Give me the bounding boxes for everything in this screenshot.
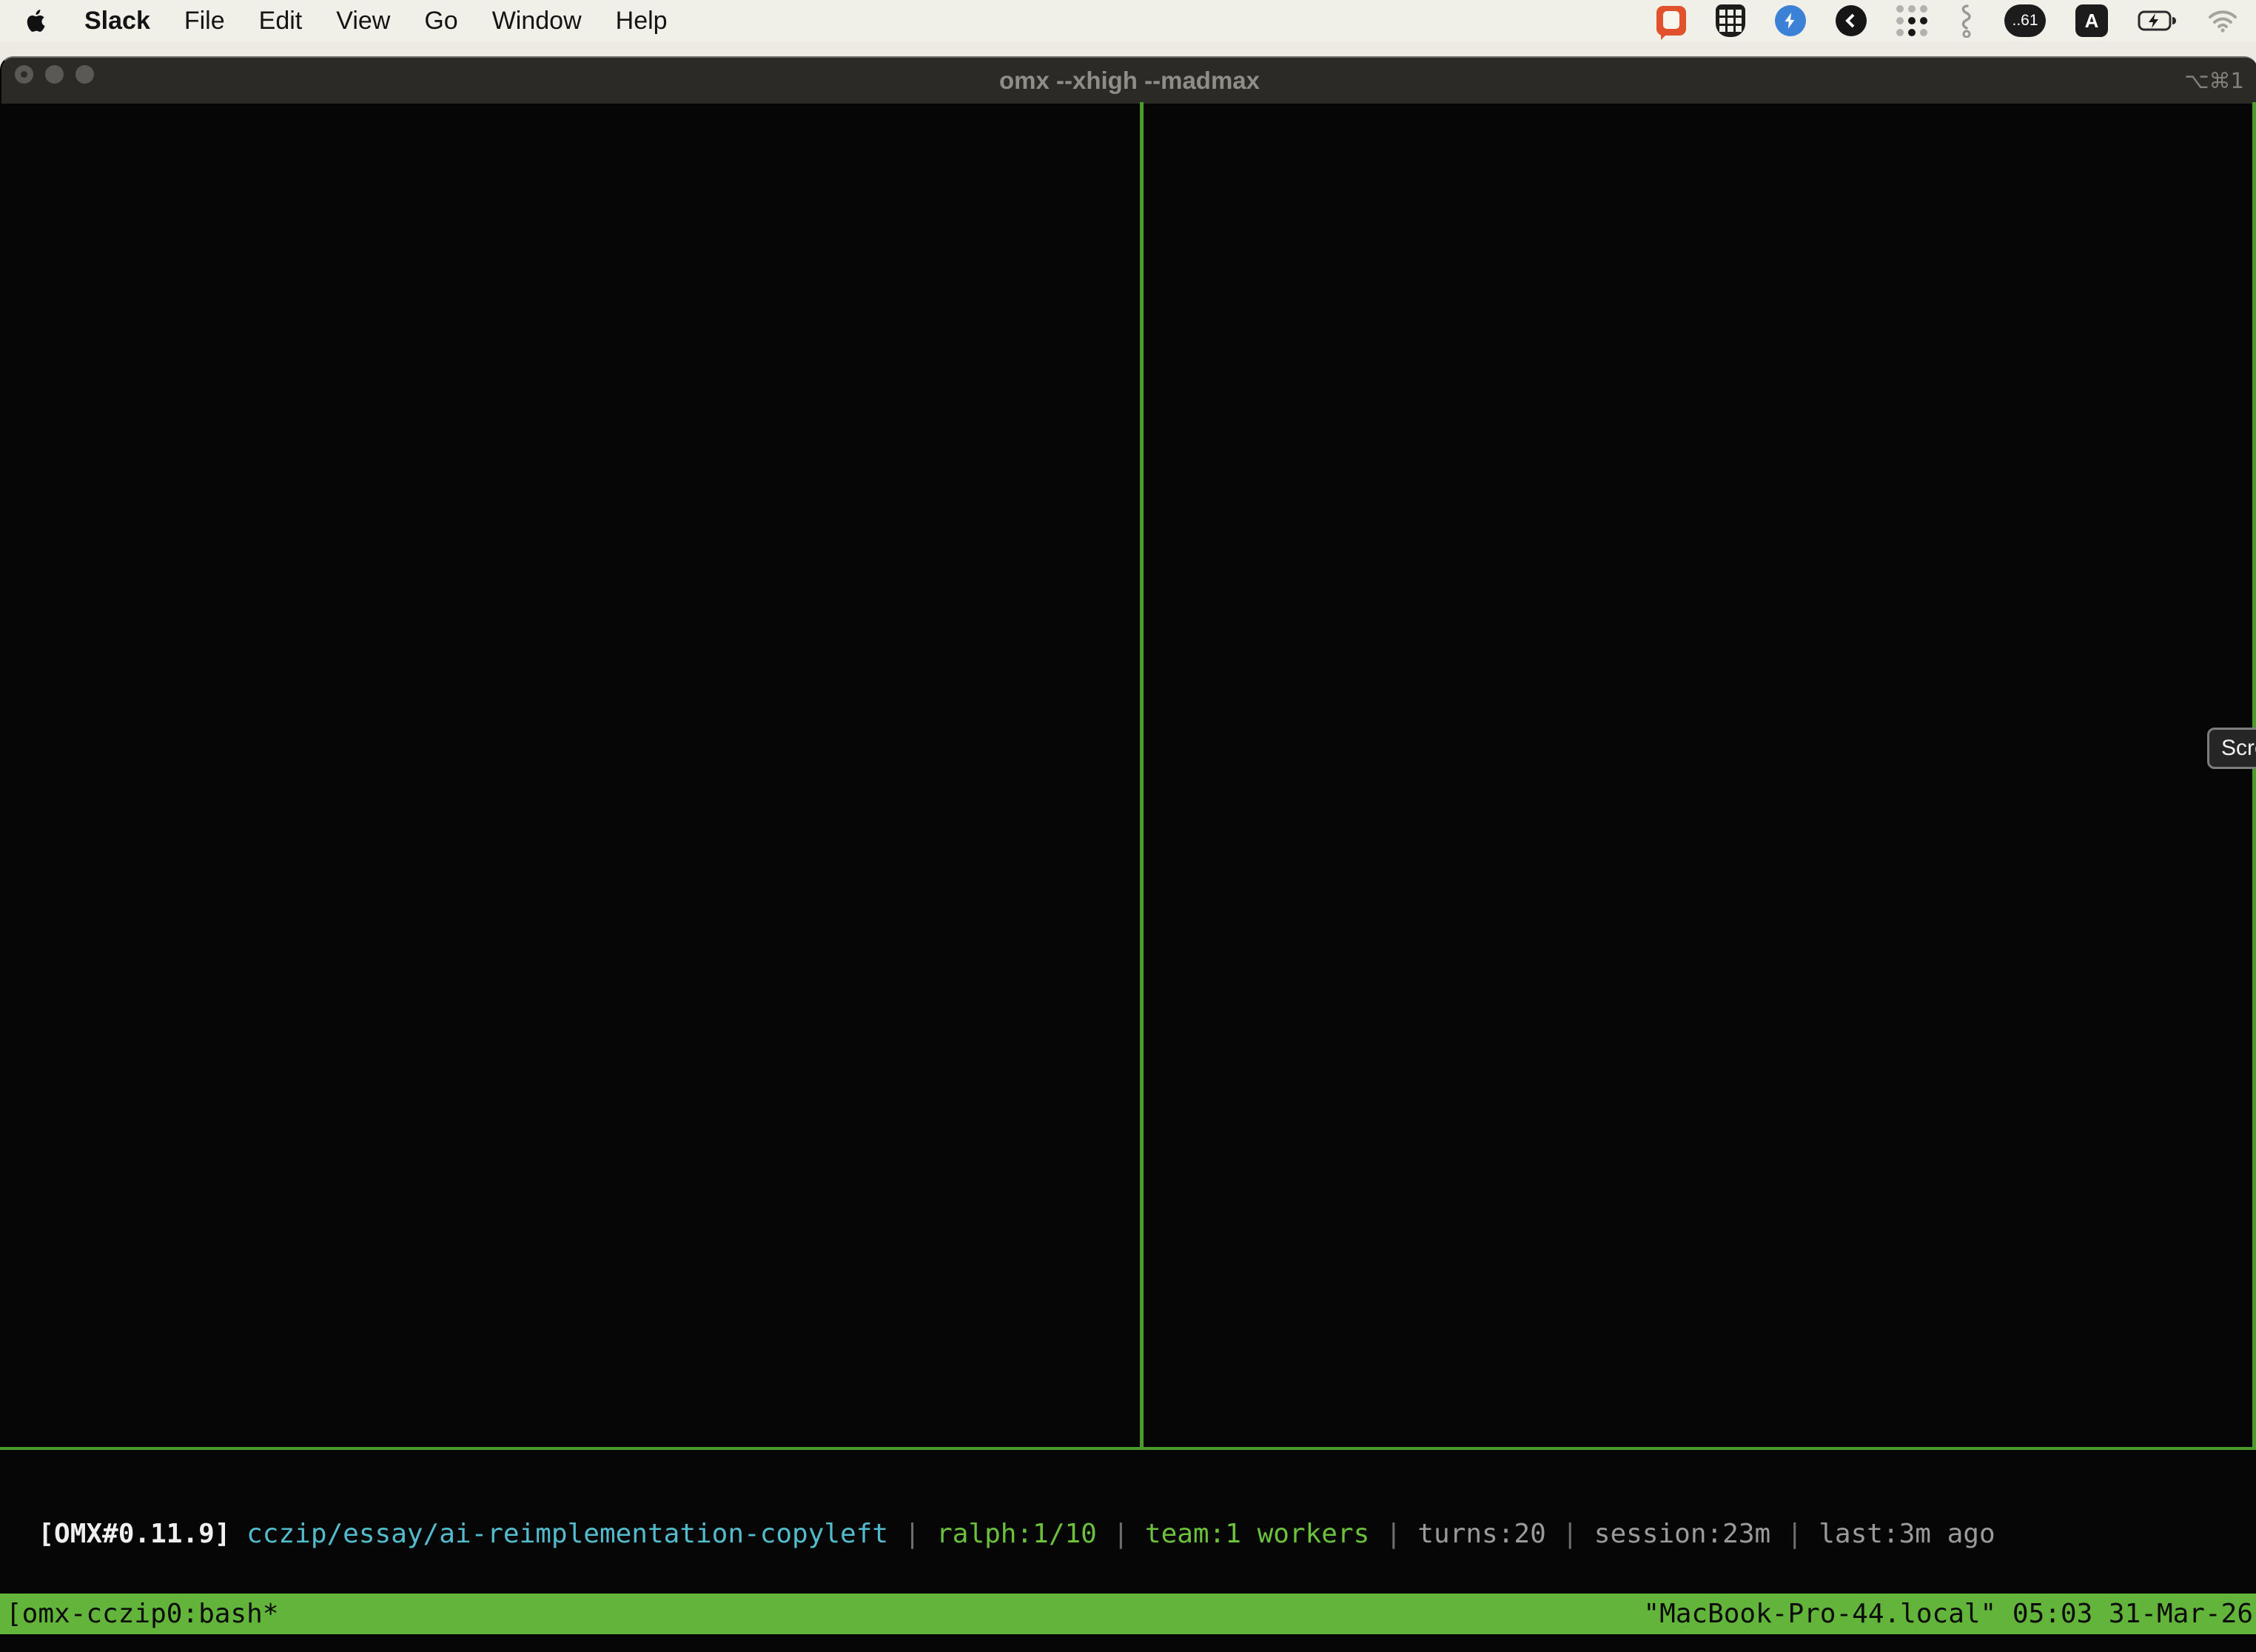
omx-session-status: [OMX#0.11.9] cczip/essay/ai-reimplementa… (0, 1472, 2256, 1514)
menu-edit[interactable]: Edit (259, 7, 303, 36)
menu-view[interactable]: View (336, 7, 390, 36)
pane-border-right (2252, 102, 2256, 1447)
menu-go[interactable]: Go (424, 7, 457, 36)
pane-divider-vertical[interactable] (1140, 102, 1144, 1447)
window-title: omx --xhigh --madmax (1, 58, 2256, 104)
hook-icon[interactable] (1957, 4, 1975, 38)
omx-project-path: cczip/essay/ai-reimplementation-copyleft (246, 1519, 888, 1549)
tmux-session-name: [omx-cczip0:bash* (6, 1594, 278, 1634)
menu-help[interactable]: Help (616, 7, 668, 36)
window-title-bar[interactable]: omx --xhigh --madmax ⌥⌘1 (1, 58, 2256, 104)
separator: | (888, 1519, 936, 1549)
macos-menu-bar: Slack File Edit View Go Window Help ..61… (0, 0, 2256, 41)
omx-turns: turns:20 (1417, 1519, 1545, 1549)
omx-session-time: session:23m (1594, 1519, 1770, 1549)
tmux-status-bar: [omx-cczip0:bash* "MacBook-Pro-44.local"… (0, 1594, 2256, 1634)
menu-app-name[interactable]: Slack (84, 7, 150, 36)
separator: | (1097, 1519, 1145, 1549)
count-badge-icon[interactable]: ..61 (2004, 4, 2046, 37)
wifi-icon[interactable] (2207, 9, 2238, 33)
browser-icon[interactable] (1836, 5, 1867, 36)
omx-version-tag: [OMX#0.11.9] (38, 1519, 246, 1549)
omx-ralph-counter: ralph:1/10 (936, 1519, 1097, 1549)
chat-bubble-icon[interactable] (1656, 6, 1686, 36)
app-grid-icon[interactable] (1896, 5, 1927, 36)
separator: | (1770, 1519, 1819, 1549)
pane-divider-horizontal[interactable] (0, 1447, 2256, 1450)
privacy-shield-icon[interactable] (1716, 4, 1745, 37)
menu-window[interactable]: Window (492, 7, 582, 36)
keyboard-layout-icon[interactable]: A (2075, 4, 2108, 37)
screen-notification-tooltip: Scre (2207, 728, 2256, 769)
window-shortcut-badge: ⌥⌘1 (2184, 58, 2244, 104)
speedtest-icon[interactable] (1775, 5, 1806, 36)
apple-menu-icon[interactable] (22, 4, 50, 37)
omx-last-activity: last:3m ago (1819, 1519, 1995, 1549)
omx-team-counter: team:1 workers (1145, 1519, 1369, 1549)
separator: | (1546, 1519, 1594, 1549)
tmux-host-clock: "MacBook-Pro-44.local" 05:03 31-Mar-26 (1643, 1594, 2253, 1634)
battery-icon[interactable] (2138, 10, 2178, 32)
menu-file[interactable]: File (184, 7, 225, 36)
separator: | (1369, 1519, 1417, 1549)
terminal-window: omx --xhigh --madmax ⌥⌘1 (0, 56, 2256, 1652)
